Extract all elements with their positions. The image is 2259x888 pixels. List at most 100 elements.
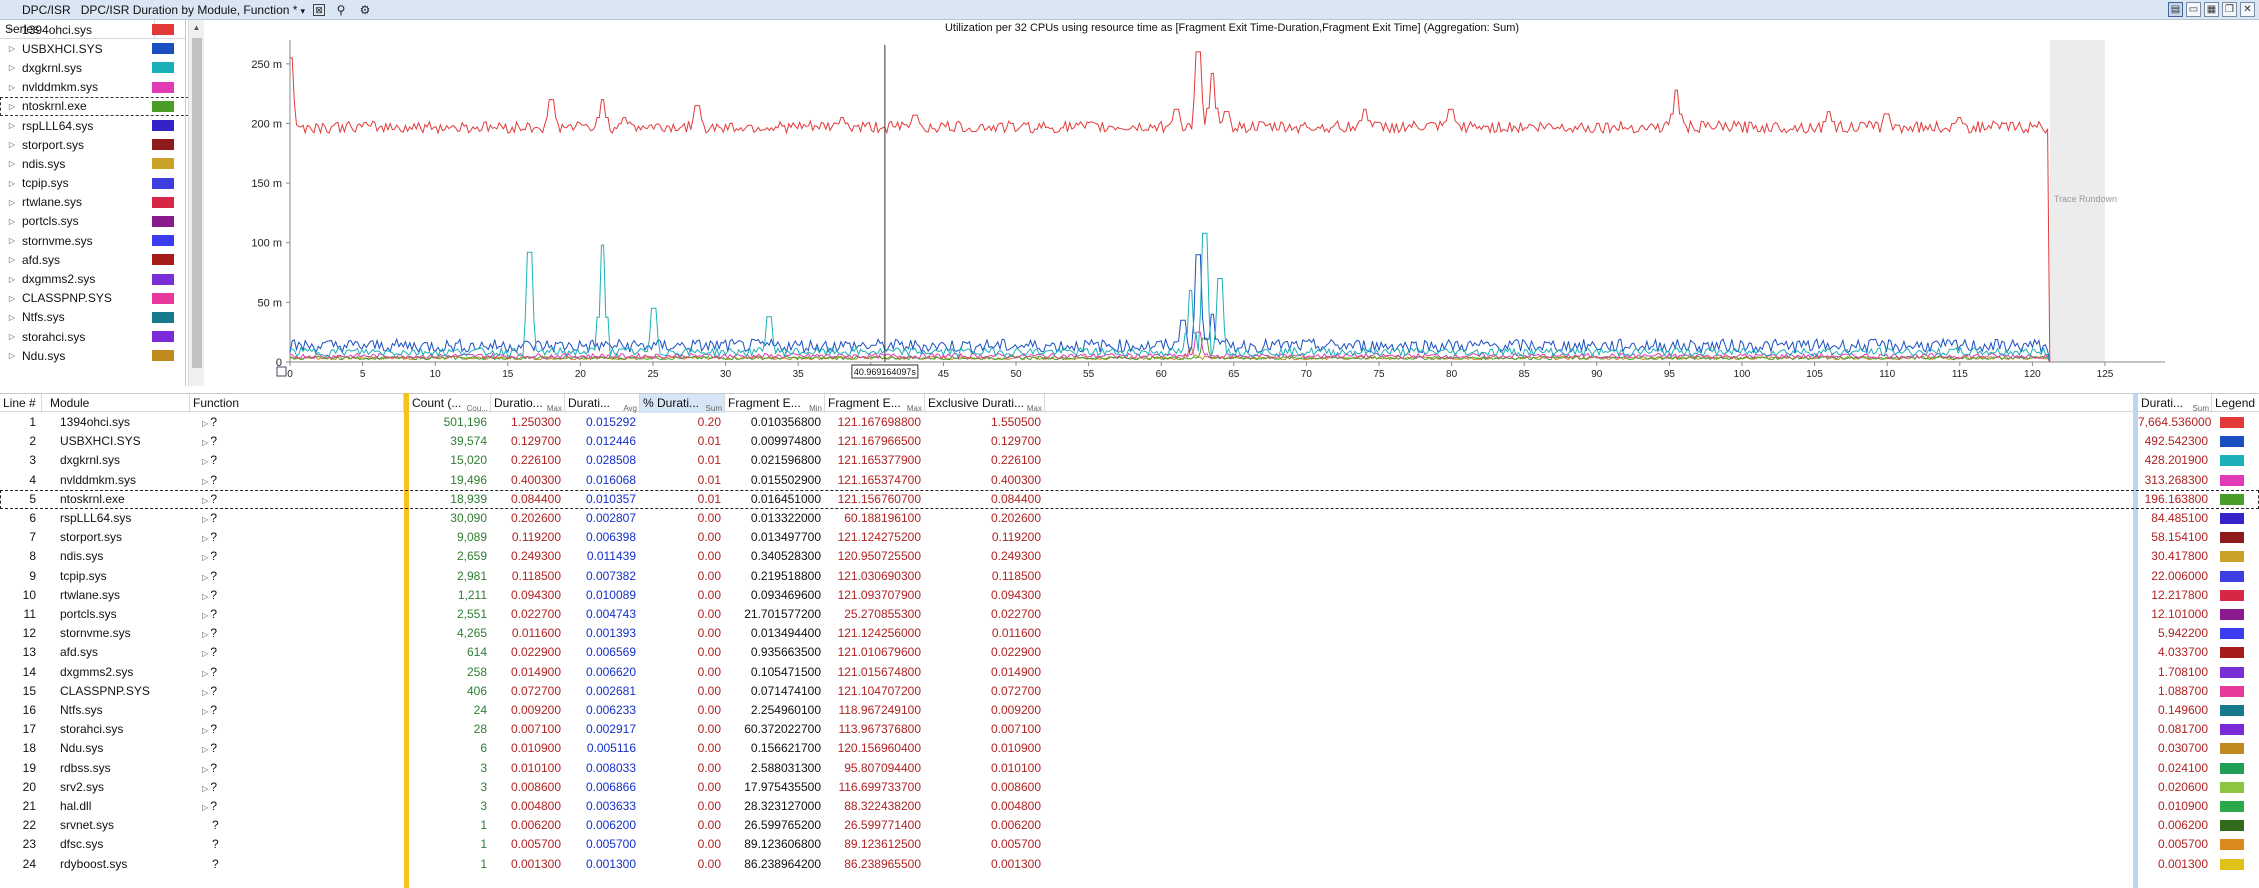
legend-swatch[interactable]: [2220, 858, 2244, 870]
table-row[interactable]: 9 tcpip.sys ▷ ? 2,981 0.118500 0.007382 0.00 0.…: [0, 567, 2259, 586]
series-color-swatch[interactable]: [152, 177, 174, 189]
table-row[interactable]: 7 storport.sys ▷ ? 9,089 0.119200 0.006398 0.0…: [0, 528, 2259, 547]
graph-group-label[interactable]: DPC/ISR: [0, 3, 71, 17]
legend-swatch[interactable]: [2220, 628, 2244, 640]
series-color-swatch[interactable]: [152, 158, 174, 170]
table-only-icon[interactable]: ▦: [2204, 2, 2219, 17]
table-row[interactable]: 20 srv2.sys ▷ ? 3 0.008600 0.006866 0.00 17.975…: [0, 778, 2259, 797]
search-icon[interactable]: ⚲: [333, 2, 349, 18]
legend-swatch[interactable]: [2220, 666, 2244, 678]
legend-swatch[interactable]: [2220, 743, 2244, 755]
series-color-swatch[interactable]: [152, 254, 174, 266]
series-item[interactable]: ▷ Ntfs.sys: [0, 308, 204, 327]
series-item[interactable]: ▷ CLASSPNP.SYS: [0, 289, 204, 308]
table-row[interactable]: 1 1394ohci.sys ▷ ? 501,196 1.250300 0.015292 0…: [0, 413, 2259, 432]
expand-icon[interactable]: ▷: [6, 351, 18, 360]
series-item[interactable]: ▷ storahci.sys: [0, 327, 204, 346]
table-row[interactable]: 15 CLASSPNP.SYS ▷ ? 406 0.072700 0.002681 0.00…: [0, 682, 2259, 701]
table-row[interactable]: 19 rdbss.sys ▷ ? 3 0.010100 0.008033 0.00 2.588…: [0, 759, 2259, 778]
series-item[interactable]: ▷ storport.sys: [0, 135, 204, 154]
series-color-swatch[interactable]: [152, 311, 174, 323]
col-legend[interactable]: Legend: [2212, 394, 2259, 413]
expand-icon[interactable]: ▷: [6, 83, 18, 92]
series-item[interactable]: ▷ USBXHCI.SYS: [0, 39, 204, 58]
expand-icon[interactable]: ▷: [6, 102, 18, 111]
chart-area[interactable]: Utilization per 32 CPUs using resource t…: [205, 20, 2259, 386]
series-color-swatch[interactable]: [152, 350, 174, 362]
series-item[interactable]: ▷ rtwlane.sys: [0, 193, 204, 212]
series-item[interactable]: ▷ afd.sys: [0, 250, 204, 269]
expand-icon[interactable]: ▷: [6, 63, 18, 72]
series-item[interactable]: ▷ Ndu.sys: [0, 346, 204, 365]
series-item[interactable]: ▷ stornvme.sys: [0, 231, 204, 250]
series-color-swatch[interactable]: [152, 100, 174, 112]
series-color-swatch[interactable]: [152, 292, 174, 304]
expand-icon[interactable]: ▷: [6, 217, 18, 226]
restore-icon[interactable]: ❐: [2222, 2, 2237, 17]
table-row[interactable]: 17 storahci.sys ▷ ? 28 0.007100 0.002917 0.00 6…: [0, 720, 2259, 739]
legend-swatch[interactable]: [2220, 762, 2244, 774]
expand-icon[interactable]: ▷: [6, 44, 18, 53]
series-color-swatch[interactable]: [152, 120, 174, 132]
series-item[interactable]: ▷ dxgkrnl.sys: [0, 58, 204, 77]
legend-swatch[interactable]: [2220, 724, 2244, 736]
expand-icon[interactable]: ▷: [6, 332, 18, 341]
col-duration-sum[interactable]: Durati... Sum: [2138, 394, 2212, 413]
legend-swatch[interactable]: [2220, 820, 2244, 832]
series-item[interactable]: ▷ ntoskrnl.exe: [0, 96, 204, 116]
table-row[interactable]: 10 rtwlane.sys ▷ ? 1,211 0.094300 0.010089 0.0…: [0, 586, 2259, 605]
series-color-swatch[interactable]: [152, 24, 174, 36]
series-color-swatch[interactable]: [152, 43, 174, 55]
legend-swatch[interactable]: [2220, 685, 2244, 697]
series-color-swatch[interactable]: [152, 273, 174, 285]
table-row[interactable]: 23 dfsc.sys? 1 0.005700 0.005700 0.00 89.12360…: [0, 835, 2259, 854]
legend-swatch[interactable]: [2220, 436, 2244, 448]
table-row[interactable]: 16 Ntfs.sys ▷ ? 24 0.009200 0.006233 0.00 2.254…: [0, 701, 2259, 720]
expand-icon[interactable]: ▷: [6, 140, 18, 149]
table-row[interactable]: 14 dxgmms2.sys ▷ ? 258 0.014900 0.006620 0.00 0…: [0, 663, 2259, 682]
expand-icon[interactable]: ▷: [6, 159, 18, 168]
table-row[interactable]: 12 stornvme.sys ▷ ? 4,265 0.011600 0.001393 0.…: [0, 624, 2259, 643]
series-color-swatch[interactable]: [152, 196, 174, 208]
table-row[interactable]: 22 srvnet.sys? 1 0.006200 0.006200 0.00 26.599…: [0, 816, 2259, 835]
expand-icon[interactable]: ▷: [6, 275, 18, 284]
expand-icon[interactable]: ▷: [6, 313, 18, 322]
expand-icon[interactable]: ▷: [6, 255, 18, 264]
legend-swatch[interactable]: [2220, 474, 2244, 486]
expand-icon[interactable]: ▷: [6, 25, 18, 34]
expand-icon[interactable]: ▷: [6, 179, 18, 188]
table-row[interactable]: 18 Ndu.sys ▷ ? 6 0.010900 0.005116 0.00 0.15662…: [0, 739, 2259, 758]
col-duration-avg[interactable]: Durati... Avg: [565, 394, 640, 413]
graph-and-table-icon[interactable]: ▤: [2168, 2, 2183, 17]
legend-swatch[interactable]: [2220, 570, 2244, 582]
series-item[interactable]: ▷ tcpip.sys: [0, 174, 204, 193]
legend-swatch[interactable]: [2220, 801, 2244, 812]
chart-type-icon[interactable]: ⊠: [312, 3, 325, 16]
table-row[interactable]: 6 rspLLL64.sys ▷ ? 30,090 0.202600 0.002807 0.…: [0, 509, 2259, 528]
col-fragment-exit-max[interactable]: Fragment E... Max: [825, 394, 925, 413]
col-line[interactable]: Line #: [0, 394, 42, 413]
legend-swatch[interactable]: [2220, 839, 2244, 851]
table-row[interactable]: 21 hal.dll ▷ ? 3 0.004800 0.003633 0.00 28.3231…: [0, 797, 2259, 816]
view-preset-dropdown[interactable]: DPC/ISR Duration by Module, Function * ▾: [81, 3, 305, 17]
legend-swatch[interactable]: [2220, 455, 2244, 467]
legend-swatch[interactable]: [2220, 532, 2244, 544]
series-item[interactable]: ▷ rspLLL64.sys: [0, 116, 204, 135]
col-count[interactable]: Count (... Cou...: [409, 394, 491, 413]
legend-swatch[interactable]: [2220, 493, 2244, 505]
legend-swatch[interactable]: [2220, 647, 2244, 659]
legend-swatch[interactable]: [2220, 609, 2244, 620]
legend-swatch[interactable]: [2220, 705, 2244, 716]
series-item[interactable]: ▷ portcls.sys: [0, 212, 204, 231]
series-color-swatch[interactable]: [152, 215, 174, 227]
table-row[interactable]: 4 nvlddmkm.sys ▷ ? 19,496 0.400300 0.016068 0.…: [0, 471, 2259, 490]
table-row[interactable]: 11 portcls.sys ▷ ? 2,551 0.022700 0.004743 0.0…: [0, 605, 2259, 624]
table-row[interactable]: 5 ntoskrnl.exe ▷ ? 18,939 0.084400 0.010357 0.…: [0, 489, 2259, 509]
expand-icon[interactable]: ▷: [6, 236, 18, 245]
legend-swatch[interactable]: [2220, 589, 2244, 601]
close-icon[interactable]: ✕: [2240, 2, 2255, 17]
series-scrollbar[interactable]: ▲: [188, 20, 204, 386]
col-fragment-exit-min[interactable]: Fragment E... Min: [725, 394, 825, 413]
series-color-swatch[interactable]: [152, 331, 174, 343]
col-module[interactable]: Module: [47, 394, 190, 413]
